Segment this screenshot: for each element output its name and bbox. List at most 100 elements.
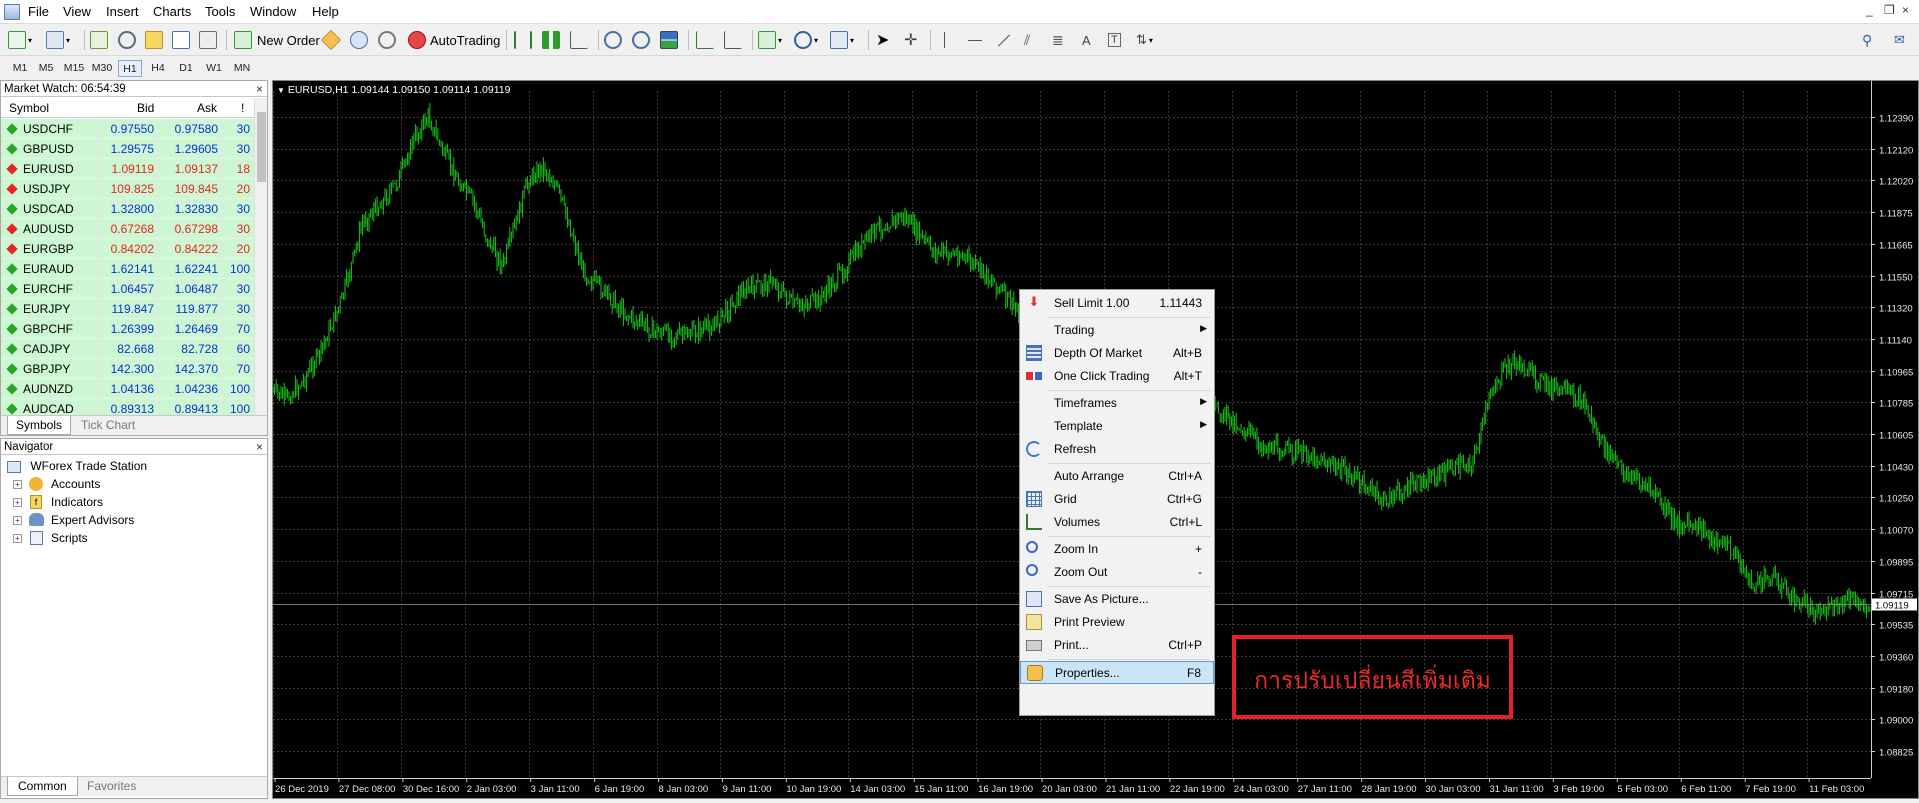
metaeditor-button[interactable] xyxy=(320,29,342,51)
market-watch-row[interactable]: EURUSD 1.09119 1.09137 18 xyxy=(1,159,254,179)
bar-chart-button[interactable] xyxy=(514,30,532,50)
navigator-toggle[interactable] xyxy=(145,30,163,50)
periods-button[interactable]: ▾ xyxy=(794,30,818,50)
menu-item-timeframes[interactable]: Timeframes ▶ xyxy=(1020,392,1214,415)
menu-tools[interactable]: Tools xyxy=(205,4,235,19)
market-watch-row[interactable]: AUDUSD 0.67268 0.67298 30 xyxy=(1,219,254,239)
horizontal-line-button[interactable] xyxy=(968,30,982,50)
market-watch-row[interactable]: AUDCAD 0.89313 0.89413 100 xyxy=(1,399,254,415)
tab-favorites[interactable]: Favorites xyxy=(79,777,144,796)
strategy-tester-toggle[interactable] xyxy=(199,30,217,50)
market-watch-toggle[interactable] xyxy=(90,30,108,50)
market-watch-row[interactable]: CADJPY 82.668 82.728 60 xyxy=(1,339,254,359)
menu-item-zoom-in[interactable]: Zoom In + xyxy=(1020,538,1214,561)
market-watch-row[interactable]: GBPJPY 142.300 142.370 70 xyxy=(1,359,254,379)
autotrading-button[interactable]: AutoTrading xyxy=(408,30,500,50)
menu-charts[interactable]: Charts xyxy=(153,4,191,19)
expand-icon[interactable]: + xyxy=(13,498,22,507)
market-watch-row[interactable]: AUDNZD 1.04136 1.04236 100 xyxy=(1,379,254,399)
menu-file[interactable]: File xyxy=(28,4,49,19)
market-watch-row[interactable]: USDCAD 1.32800 1.32830 30 xyxy=(1,199,254,219)
menu-item-volumes[interactable]: Volumes Ctrl+L xyxy=(1020,511,1214,534)
menu-item-refresh[interactable]: Refresh xyxy=(1020,438,1214,461)
crosshair-button[interactable]: ✛ xyxy=(904,30,917,50)
restore-button[interactable]: ❐ xyxy=(1884,3,1895,17)
market-watch-row[interactable]: GBPUSD 1.29575 1.29605 30 xyxy=(1,139,254,159)
menu-item-auto-arrange[interactable]: Auto Arrange Ctrl+A xyxy=(1020,465,1214,488)
market-watch-row[interactable]: USDJPY 109.825 109.845 20 xyxy=(1,179,254,199)
menu-item-print-preview[interactable]: Print Preview xyxy=(1020,611,1214,634)
tab-tick-chart[interactable]: Tick Chart xyxy=(73,416,143,435)
text-label-button[interactable]: T xyxy=(1108,30,1121,50)
menu-insert[interactable]: Insert xyxy=(106,4,139,19)
nav-root[interactable]: WForex Trade Station xyxy=(7,457,147,475)
tf-h4[interactable]: H4 xyxy=(146,60,170,77)
fibonacci-button[interactable]: ≣ xyxy=(1052,30,1064,50)
close-button[interactable]: × xyxy=(1902,3,1909,17)
navigator-close-icon[interactable]: × xyxy=(256,439,263,455)
market-watch-row[interactable]: USDCHF 0.97550 0.97580 30 xyxy=(1,119,254,139)
tile-windows-button[interactable] xyxy=(660,30,678,50)
zoom-in-button[interactable] xyxy=(604,30,622,50)
search-button[interactable]: ⚲ xyxy=(1862,30,1872,50)
menu-item-properties[interactable]: Properties... F8 xyxy=(1020,661,1214,684)
market-watch-row[interactable]: EURJPY 119.847 119.877 30 xyxy=(1,299,254,319)
menu-help[interactable]: Help xyxy=(312,4,339,19)
text-tool-button[interactable]: A xyxy=(1082,30,1091,50)
scrollbar-thumb[interactable] xyxy=(257,112,266,182)
market-watch-row[interactable]: EURGBP 0.84202 0.84222 20 xyxy=(1,239,254,259)
menu-item-template[interactable]: Template ▶ xyxy=(1020,415,1214,438)
equidistant-channel-button[interactable]: ⫽ xyxy=(1024,30,1030,50)
chat-button[interactable]: ✉ xyxy=(1894,30,1905,50)
arrows-button[interactable]: ⇅ ▾ xyxy=(1136,30,1153,50)
indicators-button[interactable]: ▾ xyxy=(758,30,782,50)
profiles-button[interactable]: ▾ xyxy=(46,30,70,50)
tf-d1[interactable]: D1 xyxy=(174,60,198,77)
vertical-line-button[interactable] xyxy=(944,30,945,50)
menu-item-zoom-out[interactable]: Zoom Out - xyxy=(1020,561,1214,584)
minimize-button[interactable]: _ xyxy=(1866,3,1873,17)
line-chart-button[interactable] xyxy=(570,30,588,50)
menu-item-save-as-picture[interactable]: Save As Picture... xyxy=(1020,588,1214,611)
menu-view[interactable]: View xyxy=(63,4,91,19)
new-order-button[interactable]: New Order xyxy=(234,30,320,50)
menu-item-depth-of-market[interactable]: Depth Of Market Alt+B xyxy=(1020,342,1214,365)
templates-button[interactable]: ▾ xyxy=(830,30,854,50)
expand-icon[interactable]: + xyxy=(13,534,22,543)
cursor-button[interactable]: ➤ xyxy=(876,30,889,50)
tf-m30[interactable]: M30 xyxy=(90,60,114,77)
tab-symbols[interactable]: Symbols xyxy=(7,416,72,435)
trendline-button[interactable] xyxy=(996,30,1012,50)
market-watch-row[interactable]: EURCHF 1.06457 1.06487 30 xyxy=(1,279,254,299)
tab-common[interactable]: Common xyxy=(7,777,78,796)
menu-item-one-click-trading[interactable]: One Click Trading Alt+T xyxy=(1020,365,1214,388)
signals-button[interactable] xyxy=(378,30,396,50)
expand-icon[interactable]: + xyxy=(13,516,22,525)
expand-icon[interactable]: + xyxy=(13,480,22,489)
market-watch-close-icon[interactable]: × xyxy=(256,81,263,97)
menu-item-grid[interactable]: Grid Ctrl+G xyxy=(1020,488,1214,511)
tf-h1[interactable]: H1 xyxy=(118,60,142,77)
menu-item-sell-limit-1-00[interactable]: ⬇ Sell Limit 1.00 1.11443 xyxy=(1020,292,1214,315)
menu-item-print[interactable]: Print... Ctrl+P xyxy=(1020,634,1214,657)
market-watch-scrollbar[interactable] xyxy=(254,98,267,415)
mql-community-button[interactable] xyxy=(350,30,368,50)
tf-m15[interactable]: M15 xyxy=(62,60,86,77)
chart-shift-button[interactable] xyxy=(696,30,714,50)
menu-window[interactable]: Window xyxy=(250,4,296,19)
market-watch-row[interactable]: EURAUD 1.62141 1.62241 100 xyxy=(1,259,254,279)
data-window-toggle[interactable] xyxy=(118,30,136,50)
new-chart-button[interactable]: ▾ xyxy=(8,30,32,50)
tf-w1[interactable]: W1 xyxy=(202,60,226,77)
tf-m1[interactable]: M1 xyxy=(8,60,32,77)
candlestick-button[interactable] xyxy=(542,30,560,50)
terminal-toggle[interactable] xyxy=(172,30,190,50)
tf-mn[interactable]: MN xyxy=(230,60,254,77)
market-watch-row[interactable]: GBPCHF 1.26399 1.26469 70 xyxy=(1,319,254,339)
tf-m5[interactable]: M5 xyxy=(34,60,58,77)
fibonacci-icon: ≣ xyxy=(1052,31,1064,48)
zoom-out-button[interactable] xyxy=(632,30,650,50)
autoscroll-button[interactable] xyxy=(724,30,742,50)
menu-item-trading[interactable]: Trading ▶ xyxy=(1020,319,1214,342)
chart-menu-triangle-icon[interactable]: ▼ xyxy=(277,86,285,95)
